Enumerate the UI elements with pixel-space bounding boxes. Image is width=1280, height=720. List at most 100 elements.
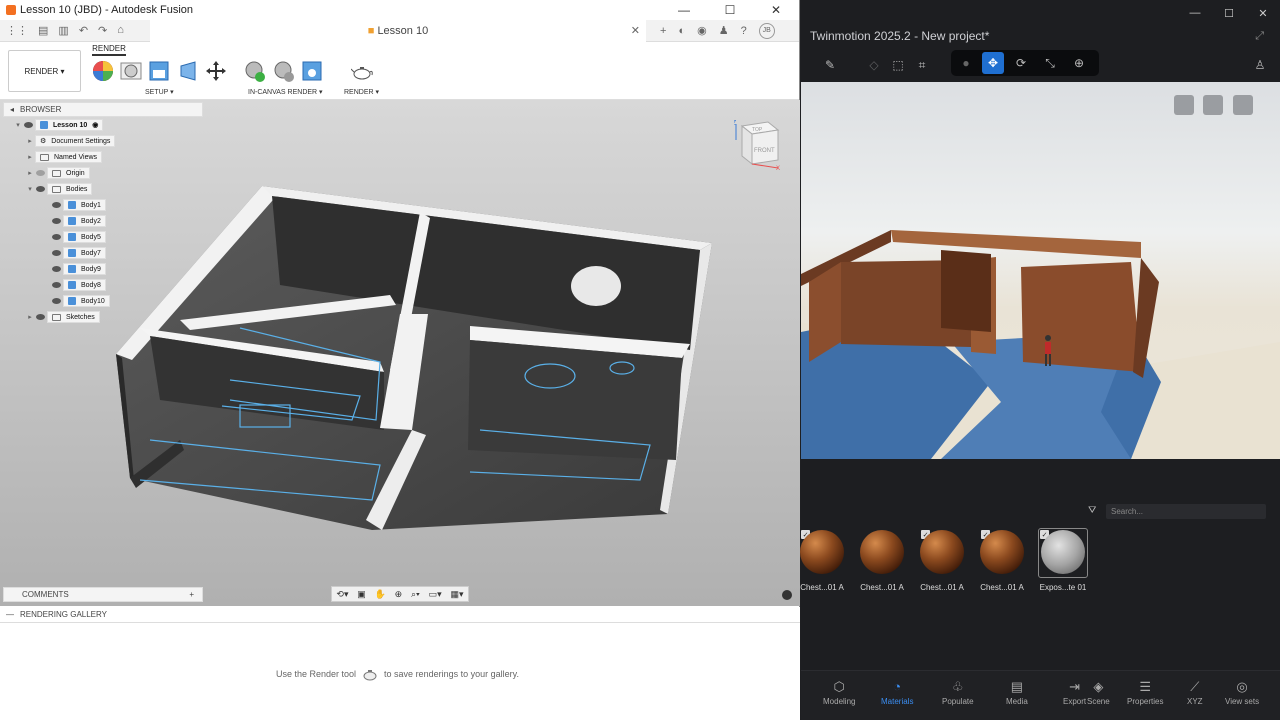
extensions-icon[interactable]: ◐ [678, 25, 685, 37]
chevron-down-icon[interactable]: ▾ [25, 185, 35, 193]
rotate-icon[interactable]: ⟳ [1010, 52, 1032, 74]
filter-icon[interactable]: ⛛ [1088, 505, 1096, 516]
eye-icon[interactable] [51, 233, 63, 241]
capture-image-icon[interactable] [301, 60, 323, 82]
eye-icon[interactable] [35, 313, 47, 321]
chevron-right-icon[interactable]: ▸ [25, 169, 35, 177]
maximize-button[interactable]: ☐ [1212, 7, 1246, 20]
zoom-icon[interactable]: ⊕ [395, 589, 403, 600]
eye-icon[interactable] [51, 201, 63, 209]
material-thumbnail[interactable]: Chest...01 A [797, 530, 847, 592]
nav-modeling[interactable]: ⬡ Modeling [823, 679, 855, 706]
tree-item-bodies[interactable]: ▾ Bodies [3, 181, 203, 197]
new-tab-icon[interactable]: + [660, 25, 666, 37]
chevron-down-icon[interactable]: ▾ [13, 121, 23, 129]
nav-properties[interactable]: ☰ Properties [1127, 679, 1163, 706]
pipette-icon[interactable]: ✎ [819, 54, 841, 76]
look-at-icon[interactable]: ▣ [357, 589, 366, 600]
material-thumbnail[interactable]: Chest...01 A [977, 530, 1027, 592]
close-tab-icon[interactable]: ✕ [631, 24, 640, 37]
tree-root[interactable]: ▾ Lesson 10 ◉ [3, 117, 203, 133]
file-menu-icon[interactable]: ▤ [38, 24, 48, 37]
minimize-button[interactable]: — [1178, 7, 1212, 19]
material-thumbnail[interactable]: Chest...01 A [917, 530, 967, 592]
render-settings-icon[interactable] [273, 60, 295, 82]
eye-icon[interactable] [51, 297, 63, 305]
pan-icon[interactable]: ✋ [375, 589, 386, 600]
visibility-icon[interactable] [1233, 95, 1253, 115]
move-icon[interactable] [205, 60, 227, 82]
grid-menu-icon[interactable]: ⋮⋮ [6, 24, 28, 37]
move-icon[interactable]: ✥ [982, 52, 1004, 74]
user-icon[interactable]: ♙ [1249, 54, 1271, 76]
activate-radio-icon[interactable]: ◉ [92, 121, 98, 129]
tab-render[interactable]: RENDER [92, 44, 126, 56]
document-tab[interactable]: ■ Lesson 10 ✕ [150, 19, 646, 42]
nav-scene[interactable]: ◈ Scene [1087, 679, 1110, 706]
fullscreen-icon[interactable] [1203, 95, 1223, 115]
appearance-icon[interactable] [92, 60, 114, 82]
tree-item-body[interactable]: Body10 [3, 293, 203, 309]
home-icon[interactable]: ⌂ [117, 24, 124, 37]
tree-item-body[interactable]: Body8 [3, 277, 203, 293]
group-in-canvas-render[interactable]: IN-CANVAS RENDER ▾ [248, 88, 323, 96]
eye-icon[interactable] [51, 281, 63, 289]
chevron-right-icon[interactable]: ▸ [25, 313, 35, 321]
eye-icon[interactable] [51, 249, 63, 257]
collapse-icon[interactable]: — [6, 610, 14, 619]
job-status-icon[interactable]: ◉ [697, 24, 707, 37]
tree-item-body[interactable]: Body1 [3, 197, 203, 213]
undo-icon[interactable]: ↶ [79, 24, 88, 37]
tree-item-body[interactable]: Body9 [3, 261, 203, 277]
material-thumbnail[interactable]: Expos...te 01 [1038, 530, 1088, 592]
tree-item-document-settings[interactable]: ▸ ⚙ Document Settings [3, 133, 203, 149]
eye-icon[interactable] [35, 185, 47, 193]
tm-viewport[interactable] [801, 82, 1280, 459]
back-icon[interactable]: ● [955, 52, 977, 74]
help-icon[interactable]: ? [741, 25, 747, 37]
chevron-right-icon[interactable]: ▸ [25, 153, 35, 161]
maximize-button[interactable]: ☐ [707, 3, 753, 17]
grid-icon[interactable]: ▦▾ [450, 589, 463, 600]
save-icon[interactable]: ▥ [58, 24, 68, 37]
rendering-gallery-header[interactable]: — RENDERING GALLERY [0, 607, 800, 623]
redo-icon[interactable]: ↷ [98, 24, 107, 37]
comments-panel[interactable]: COMMENTS + [3, 587, 203, 602]
close-button[interactable]: ✕ [1246, 7, 1280, 20]
tree-item-body[interactable]: Body5 [3, 229, 203, 245]
notifications-icon[interactable]: ♟ [719, 24, 729, 37]
tree-item-sketches[interactable]: ▸ Sketches [3, 309, 203, 325]
expand-icon[interactable]: ⤢ [1255, 30, 1264, 43]
viewcube[interactable]: TOP FRONT Z X [732, 120, 780, 172]
workspace-selector[interactable]: RENDER ▾ [8, 50, 81, 92]
in-canvas-render-icon[interactable] [244, 60, 266, 82]
scale-icon[interactable]: ⤡ [1039, 52, 1061, 74]
eye-icon[interactable] [23, 121, 35, 129]
render-teapot-icon[interactable] [351, 60, 373, 82]
3d-canvas[interactable]: ◂ BROWSER ▾ Lesson 10 ◉ ▸ ⚙ Document Setti… [0, 100, 800, 606]
avatar[interactable]: JB [758, 22, 775, 39]
select-icon[interactable]: ⬚ [887, 54, 909, 76]
search-input[interactable]: Search... [1106, 504, 1266, 519]
scene-settings-icon[interactable] [148, 60, 170, 82]
tree-item-origin[interactable]: ▸ Origin [3, 165, 203, 181]
orbit-icon[interactable]: ⟲▾ [336, 589, 348, 600]
fit-icon[interactable]: ⌕▾ [411, 589, 420, 600]
nav-xyz[interactable]: ⟋ XYZ [1187, 679, 1203, 706]
eye-hidden-icon[interactable] [35, 169, 47, 177]
nav-export[interactable]: ⇥ Export [1063, 679, 1086, 706]
nav-media[interactable]: ▤ Media [1006, 679, 1028, 706]
chevron-right-icon[interactable]: ▸ [25, 137, 35, 145]
tree-item-body[interactable]: Body2 [3, 213, 203, 229]
eye-icon[interactable] [51, 265, 63, 273]
collapse-icon[interactable]: ◂ [10, 105, 14, 114]
camera-icon[interactable] [1174, 95, 1194, 115]
nav-materials[interactable]: ◔ Materials [881, 679, 913, 706]
minimize-button[interactable]: — [661, 3, 707, 17]
lasso-icon[interactable]: ⌗ [911, 54, 933, 76]
group-render[interactable]: RENDER ▾ [344, 88, 379, 96]
nav-view-sets[interactable]: ◎ View sets [1225, 679, 1259, 706]
eye-icon[interactable] [51, 217, 63, 225]
globe-icon[interactable]: ⊕ [1068, 52, 1090, 74]
material-thumbnail[interactable]: Chest...01 A [857, 530, 907, 592]
